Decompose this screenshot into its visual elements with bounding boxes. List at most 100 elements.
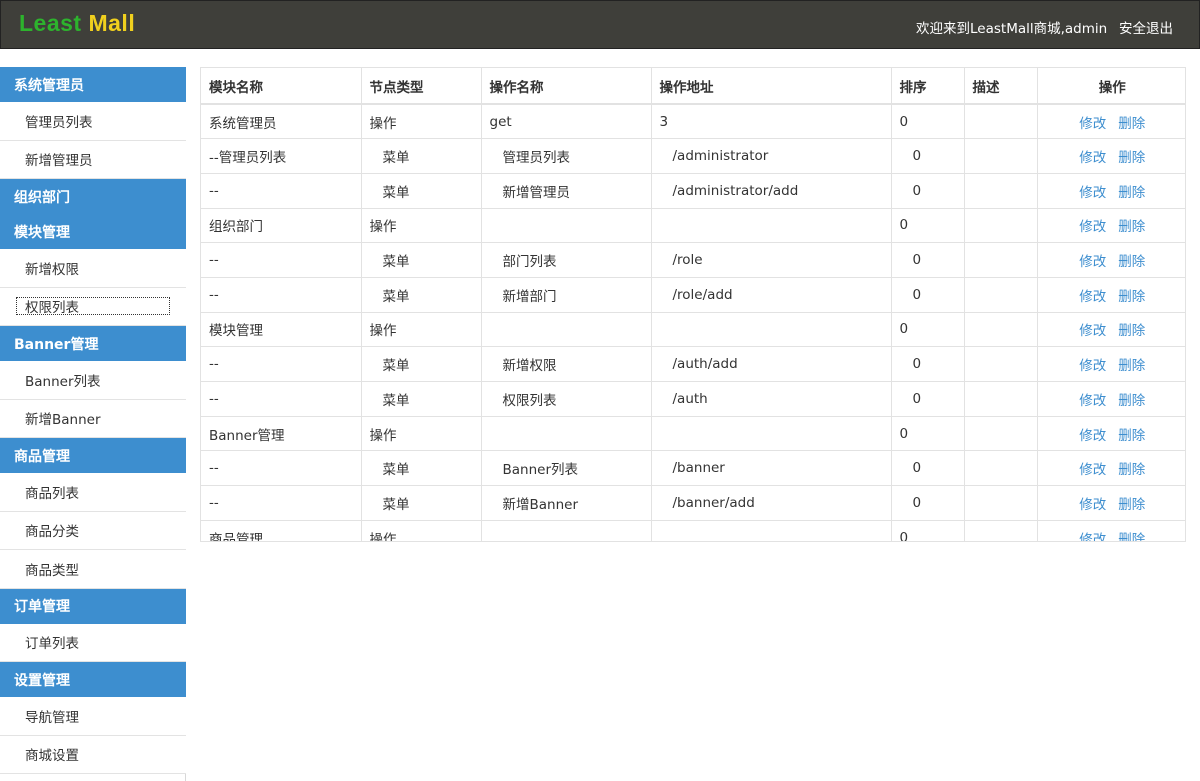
sidebar-item-add-auth[interactable]: 新增权限 xyxy=(0,249,186,288)
cell-module: 系统管理员 xyxy=(201,104,362,140)
table-row: -- 菜单 新增Banner/banner/add 0 修改 删除 xyxy=(201,485,1185,521)
sidebar-head-order[interactable]: 订单管理 xyxy=(0,588,186,624)
sidebar-head-product[interactable]: 商品管理 xyxy=(0,438,186,473)
sidebar-label: 订单管理 xyxy=(14,599,70,615)
sidebar-label: 商品列表 xyxy=(25,485,79,502)
cell-desc xyxy=(964,312,1038,348)
cell-action: 新增部门 xyxy=(481,277,652,313)
cell-sort: 0 xyxy=(891,242,965,278)
sidebar-head-admin[interactable]: 系统管理员 xyxy=(0,67,186,102)
delete-link[interactable]: 删除 xyxy=(1118,219,1145,235)
sidebar-label: 新增权限 xyxy=(25,261,79,278)
edit-link[interactable]: 修改 xyxy=(1079,289,1106,305)
edit-link[interactable]: 修改 xyxy=(1079,219,1106,235)
cell-action: get xyxy=(481,104,652,140)
delete-link[interactable]: 删除 xyxy=(1118,185,1145,201)
sidebar-item-auth-list[interactable]: 权限列表 xyxy=(0,287,186,326)
welcome-text: 欢迎来到LeastMall商城,admin xyxy=(916,21,1108,37)
sidebar-item-add-admin[interactable]: 新增管理员 xyxy=(0,140,186,179)
edit-link[interactable]: 修改 xyxy=(1079,150,1106,166)
table-header-row: 模块名称 节点类型 操作名称 操作地址 排序 描述 操作 xyxy=(201,68,1185,105)
sidebar-item-order-list[interactable]: 订单列表 xyxy=(0,623,186,662)
sidebar-label: 新增管理员 xyxy=(25,153,93,170)
cell-module: 组织部门 xyxy=(201,208,362,244)
cell-action: 权限列表 xyxy=(481,381,652,417)
column-header: 排序 xyxy=(891,68,965,105)
cell-module: Banner管理 xyxy=(201,416,362,452)
cell-type: 操作 xyxy=(361,208,482,244)
cell-actions: 修改 删除 xyxy=(1037,138,1185,174)
edit-link[interactable]: 修改 xyxy=(1079,428,1106,444)
sidebar-head-banner[interactable]: Banner管理 xyxy=(0,326,186,361)
edit-link[interactable]: 修改 xyxy=(1079,497,1106,513)
delete-link[interactable]: 删除 xyxy=(1118,497,1145,513)
table-row: -- 菜单 权限列表/auth 0 修改 删除 xyxy=(201,381,1185,417)
sidebar-item-add-banner[interactable]: 新增Banner xyxy=(0,399,186,438)
cell-sort: 0 xyxy=(891,450,965,487)
cell-desc xyxy=(964,173,1038,209)
sidebar-head-dept[interactable]: 组织部门 xyxy=(0,179,186,214)
table-row: -- 菜单 Banner列表/banner 0 修改 删除 xyxy=(201,450,1185,487)
edit-link[interactable]: 修改 xyxy=(1079,462,1106,478)
sidebar-item-product-type[interactable]: 商品类型 xyxy=(0,550,186,589)
cell-actions: 修改 删除 xyxy=(1037,520,1185,541)
edit-link[interactable]: 修改 xyxy=(1079,323,1106,339)
delete-link[interactable]: 删除 xyxy=(1118,150,1145,166)
sidebar-label: 新增Banner xyxy=(25,412,101,429)
delete-link[interactable]: 删除 xyxy=(1118,462,1145,478)
column-header: 操作 xyxy=(1037,68,1185,105)
table-row: -- 菜单 新增管理员/administrator/add 0 修改 删除 xyxy=(201,173,1185,209)
cell-sort: 0 xyxy=(891,312,965,348)
cell-url: /banner xyxy=(651,450,892,487)
cell-sort: 0 xyxy=(891,173,965,209)
cell-action: 新增管理员 xyxy=(481,173,652,209)
sidebar-item-banner-list[interactable]: Banner列表 xyxy=(0,361,186,400)
cell-desc xyxy=(964,208,1038,244)
delete-link[interactable]: 删除 xyxy=(1118,289,1145,305)
delete-link[interactable]: 删除 xyxy=(1118,116,1145,132)
cell-desc xyxy=(964,138,1038,174)
table-row: 系统管理员 操作 get 3 0 修改 删除 xyxy=(201,104,1185,140)
sidebar-head-module[interactable]: 模块管理 xyxy=(0,214,186,249)
table-row: --管理员列表 菜单 管理员列表/administrator 0 修改 删除 xyxy=(201,138,1185,174)
cell-sort: 0 xyxy=(891,208,965,244)
cell-sort: 0 xyxy=(891,346,965,382)
sidebar-head-settings[interactable]: 设置管理 xyxy=(0,662,186,697)
delete-link[interactable]: 删除 xyxy=(1118,323,1145,339)
sidebar-item-mall-settings[interactable]: 商城设置 xyxy=(0,735,186,774)
cell-actions: 修改 删除 xyxy=(1037,346,1185,382)
edit-link[interactable]: 修改 xyxy=(1079,532,1106,541)
edit-link[interactable]: 修改 xyxy=(1079,393,1106,409)
sidebar-item-nav[interactable]: 导航管理 xyxy=(0,697,186,736)
sidebar-item-admin-list[interactable]: 管理员列表 xyxy=(0,102,186,141)
cell-action xyxy=(481,416,652,452)
cell-type: 菜单 xyxy=(361,346,482,382)
delete-link[interactable]: 删除 xyxy=(1118,254,1145,270)
cell-actions: 修改 删除 xyxy=(1037,381,1185,417)
sidebar-label: 商城设置 xyxy=(25,748,79,765)
cell-type: 菜单 xyxy=(361,138,482,174)
sidebar-item-product-category[interactable]: 商品分类 xyxy=(0,511,186,550)
sidebar-label: 商品类型 xyxy=(25,562,79,579)
cell-actions: 修改 删除 xyxy=(1037,485,1185,521)
logout-link[interactable]: 安全退出 xyxy=(1119,17,1173,37)
cell-action: 新增权限 xyxy=(481,346,652,382)
edit-link[interactable]: 修改 xyxy=(1079,358,1106,374)
delete-link[interactable]: 删除 xyxy=(1118,393,1145,409)
cell-type: 操作 xyxy=(361,520,482,541)
sidebar-item-product-list[interactable]: 商品列表 xyxy=(0,473,186,512)
cell-desc xyxy=(964,450,1038,487)
cell-type: 操作 xyxy=(361,416,482,452)
cell-actions: 修改 删除 xyxy=(1037,173,1185,209)
top-header: Least Mall 欢迎来到LeastMall商城,admin 安全退出 xyxy=(0,0,1200,49)
delete-link[interactable]: 删除 xyxy=(1118,428,1145,444)
edit-link[interactable]: 修改 xyxy=(1079,116,1106,132)
logo: Least Mall xyxy=(19,10,135,37)
cell-type: 菜单 xyxy=(361,450,482,487)
cell-module: 模块管理 xyxy=(201,312,362,348)
edit-link[interactable]: 修改 xyxy=(1079,254,1106,270)
cell-sort: 0 xyxy=(891,520,965,541)
delete-link[interactable]: 删除 xyxy=(1118,358,1145,374)
delete-link[interactable]: 删除 xyxy=(1118,532,1145,541)
edit-link[interactable]: 修改 xyxy=(1079,185,1106,201)
